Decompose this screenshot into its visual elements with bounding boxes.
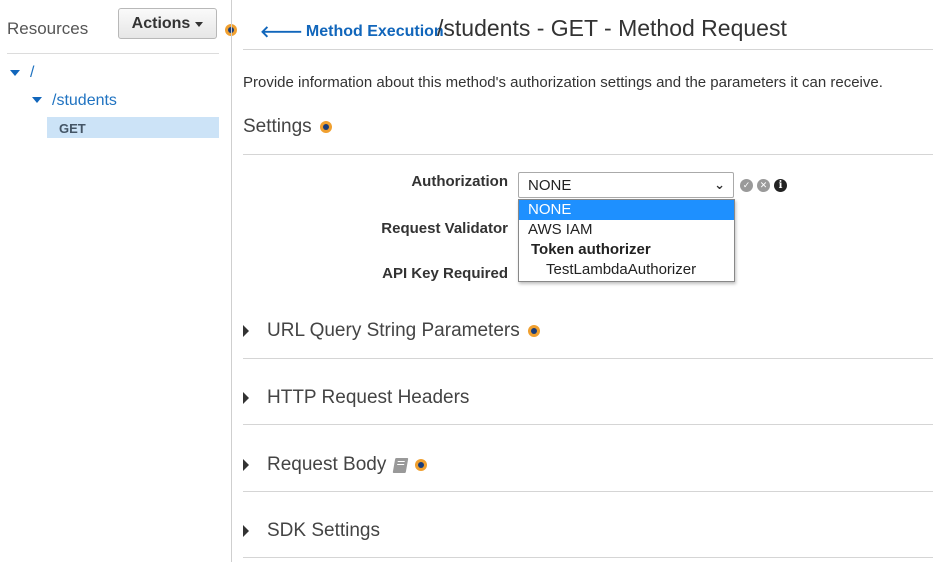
page-description: Provide information about this method's … [243, 74, 883, 91]
section-title: HTTP Request Headers [267, 387, 470, 408]
section-title-wrap: Request Body [267, 454, 428, 476]
section-divider [243, 491, 933, 492]
caret-down-icon [195, 22, 204, 27]
authorization-label: Authorization [411, 173, 508, 190]
check-circle-icon[interactable]: ✓ [740, 179, 753, 192]
book-icon [393, 457, 409, 473]
expand-arrow-icon [32, 97, 42, 103]
option-test-lambda-authorizer[interactable]: TestLambdaAuthorizer [519, 260, 734, 280]
settings-heading: Settings [243, 116, 332, 138]
settings-divider [243, 154, 933, 155]
section-request-body[interactable]: Request Body [243, 454, 428, 476]
section-url-query-string-parameters[interactable]: URL Query String Parameters [243, 320, 540, 342]
tree-node-get[interactable]: GET [59, 121, 86, 136]
help-icon[interactable] [319, 121, 332, 133]
x-circle-icon[interactable]: ✕ [757, 179, 770, 192]
caret-right-icon [243, 392, 249, 404]
section-sdk-settings[interactable]: SDK Settings [243, 520, 380, 542]
api-key-required-label: API Key Required [382, 265, 508, 282]
back-link-label: Method Execution [305, 22, 444, 40]
caret-right-icon [243, 459, 249, 471]
authorization-dropdown-list: NONE AWS IAM Token authorizer TestLambda… [518, 199, 735, 282]
section-title: Request Body [267, 454, 387, 475]
help-icon[interactable] [527, 325, 540, 337]
option-aws-iam[interactable]: AWS IAM [519, 220, 734, 240]
section-divider [243, 424, 933, 425]
authorization-actions: ✓ ✕ i [740, 179, 787, 192]
request-validator-label: Request Validator [381, 220, 508, 237]
section-title-wrap: URL Query String Parameters [267, 320, 540, 342]
expand-arrow-icon [10, 70, 20, 76]
arrow-left-icon: 🡐 [260, 24, 303, 41]
settings-title: Settings [243, 116, 312, 137]
section-title: URL Query String Parameters [267, 320, 520, 341]
method-execution-back-link[interactable]: 🡐 Method Execution [260, 21, 444, 42]
tree-node-students[interactable]: /students [52, 92, 117, 110]
actions-button[interactable]: Actions [118, 8, 217, 39]
section-divider [243, 358, 933, 359]
section-divider [243, 557, 933, 558]
left-divider [7, 53, 219, 54]
section-title: SDK Settings [267, 520, 380, 541]
tree-node-root[interactable]: / [30, 64, 34, 82]
page-title: /students - GET - Method Request [437, 15, 787, 41]
actions-button-label: Actions [131, 14, 191, 32]
optgroup-token-authorizer: Token authorizer [531, 241, 651, 258]
panel-divider [231, 0, 232, 562]
resources-label: Resources [7, 19, 89, 38]
authorization-select-value: NONE [528, 176, 572, 194]
header-divider [243, 49, 933, 50]
section-http-request-headers[interactable]: HTTP Request Headers [243, 387, 469, 409]
caret-right-icon [243, 525, 249, 537]
option-none[interactable]: NONE [519, 200, 734, 220]
caret-right-icon [243, 325, 249, 337]
info-icon[interactable]: i [774, 179, 787, 192]
tree-node-students-toggle[interactable] [32, 97, 42, 103]
help-icon[interactable] [415, 459, 428, 471]
authorization-select[interactable]: NONE ⌄ [518, 172, 734, 198]
tree-node-root-toggle[interactable] [10, 70, 20, 76]
chevron-down-icon: ⌄ [714, 177, 725, 192]
